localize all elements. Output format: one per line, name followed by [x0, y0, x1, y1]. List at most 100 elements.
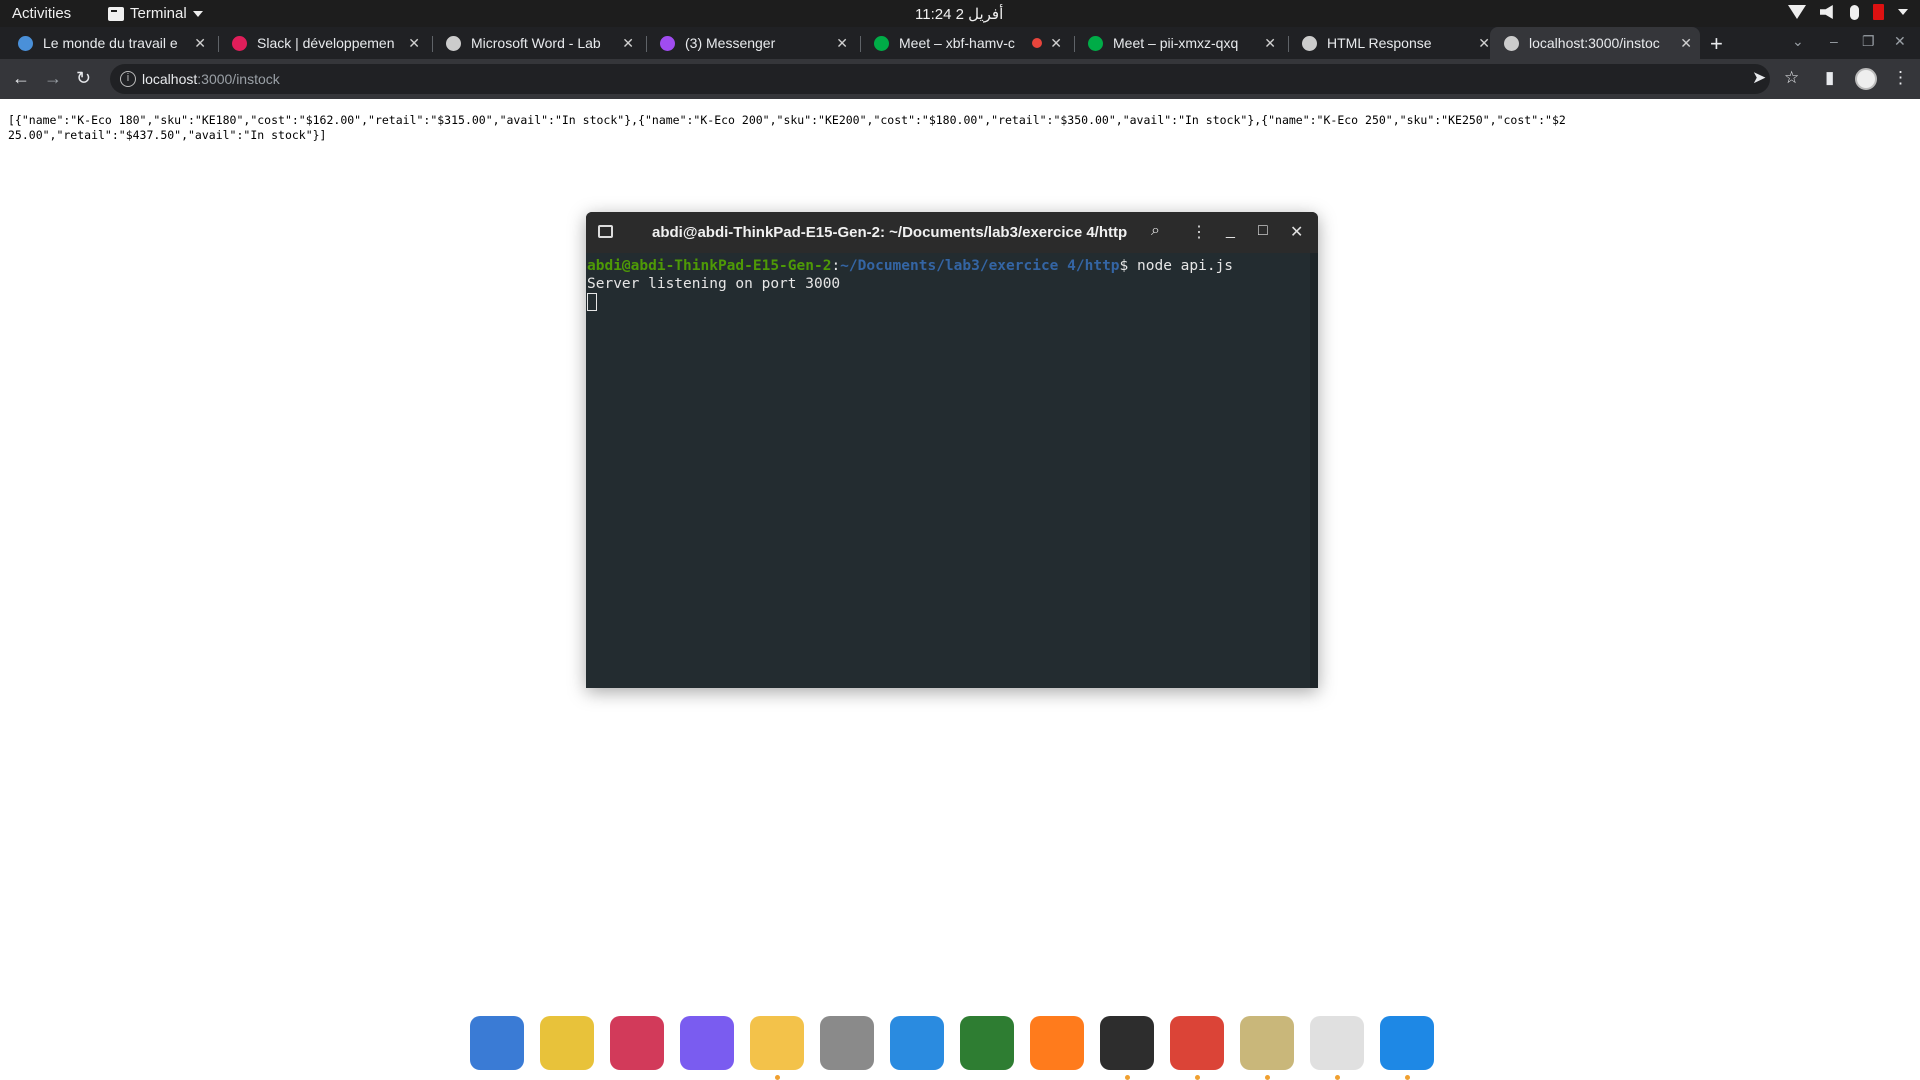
new-tab-button[interactable]: + — [1710, 31, 1723, 57]
clock[interactable]: 11:24 2 أفريل — [915, 5, 1003, 23]
close-icon[interactable]: ✕ — [408, 35, 420, 52]
system-tray[interactable] — [1788, 4, 1908, 20]
tab-search-icon[interactable]: ⌄ — [1792, 33, 1804, 50]
text-editor-icon[interactable] — [750, 1016, 804, 1070]
running-indicator — [775, 1075, 780, 1080]
tab-title: Le monde du travail e — [43, 35, 178, 51]
side-panel-icon[interactable]: ▮ — [1825, 68, 1834, 88]
menu-kebab-icon[interactable]: ⋮ — [1191, 222, 1207, 242]
tab-favicon-icon — [1088, 35, 1103, 51]
search-icon[interactable]: ⌕ — [1151, 222, 1160, 240]
close-icon[interactable]: ✕ — [1290, 222, 1303, 242]
bookmark-star-icon[interactable]: ☆ — [1784, 68, 1799, 88]
terminal-window[interactable]: abdi@abdi-ThinkPad-E15-Gen-2: ~/Document… — [586, 212, 1318, 688]
terminal-icon — [108, 6, 124, 21]
tab-title: Meet – xbf-hamv-c — [899, 35, 1015, 51]
browser-tab-active[interactable]: localhost:3000/instoc ✕ — [1490, 27, 1700, 59]
browser-tab[interactable]: HTML Response ✕ — [1288, 27, 1498, 59]
terminal-header-bar[interactable]: abdi@abdi-ThinkPad-E15-Gen-2: ~/Document… — [586, 212, 1318, 253]
close-icon[interactable]: ✕ — [1478, 35, 1490, 52]
trash-icon[interactable] — [820, 1016, 874, 1070]
terminal-cursor — [587, 293, 597, 311]
close-icon[interactable]: ✕ — [194, 35, 206, 52]
new-tab-icon[interactable] — [598, 225, 613, 238]
address-url: localhost:3000/instock — [142, 71, 280, 87]
prompt-separator: : — [831, 258, 841, 274]
prompt-path: ~/Documents/lab3/exercice 4/http — [840, 258, 1120, 274]
running-indicator — [1125, 1075, 1130, 1080]
browser-tab[interactable]: (3) Messenger ✕ — [646, 27, 856, 59]
close-icon[interactable]: ✕ — [1050, 35, 1062, 52]
reload-icon[interactable]: ↻ — [76, 68, 91, 89]
tab-title: Slack | développemen — [257, 35, 395, 51]
browser-tab[interactable]: Slack | développemen ✕ — [218, 27, 428, 59]
tab-favicon-icon — [660, 35, 675, 51]
app-menu[interactable]: Terminal — [108, 5, 203, 22]
restore-icon[interactable]: ❐ — [1862, 33, 1875, 50]
terminal-icon[interactable] — [1100, 1016, 1154, 1070]
tab-favicon-icon — [1504, 35, 1519, 51]
screen-icon[interactable] — [890, 1016, 944, 1070]
rhythmbox-icon[interactable] — [540, 1016, 594, 1070]
chrome-icon[interactable] — [1170, 1016, 1224, 1070]
browser-tab[interactable]: Meet – xbf-hamv-c ✕ — [860, 27, 1070, 59]
close-icon[interactable]: ✕ — [1680, 35, 1692, 52]
wifi-icon — [1788, 5, 1806, 19]
terminal-output-line: Server listening on port 3000 — [587, 276, 841, 292]
vscode-icon[interactable] — [1380, 1016, 1434, 1070]
draw-icon[interactable] — [610, 1016, 664, 1070]
tab-title: Meet – pii-xmxz-qxq — [1113, 35, 1239, 51]
close-window-icon[interactable]: ✕ — [1894, 33, 1906, 50]
tab-title: (3) Messenger — [685, 35, 776, 51]
close-icon[interactable]: ✕ — [1264, 35, 1276, 52]
gnome-top-bar: Activities Terminal 11:24 2 أفريل — [0, 0, 1920, 27]
thunderbird-icon[interactable] — [470, 1016, 524, 1070]
close-icon[interactable]: ✕ — [622, 35, 634, 52]
files-icon[interactable] — [1240, 1016, 1294, 1070]
battery-icon — [1873, 4, 1884, 20]
url-host: localhost — [142, 71, 198, 87]
recording-icon — [1032, 38, 1042, 48]
terminal-body[interactable]: abdi@abdi-ThinkPad-E15-Gen-2:~/Documents… — [586, 253, 1318, 311]
url-path: :3000/instock — [197, 71, 280, 87]
chevron-down-icon — [1898, 9, 1908, 15]
app-menu-label: Terminal — [130, 5, 187, 22]
send-icon[interactable]: ➤ — [1752, 68, 1766, 88]
profile-avatar[interactable] — [1855, 68, 1877, 90]
tab-title: HTML Response — [1327, 35, 1432, 51]
browser-tab[interactable]: Microsoft Word - Lab ✕ — [432, 27, 642, 59]
chevron-down-icon — [192, 10, 203, 17]
address-bar[interactable]: i localhost:3000/instock — [110, 64, 1770, 94]
browser-tab[interactable]: Le monde du travail e ✕ — [4, 27, 214, 59]
minimize-icon[interactable]: _ — [1226, 222, 1235, 240]
menu-kebab-icon[interactable]: ⋮ — [1892, 68, 1909, 88]
dock — [470, 1008, 1450, 1080]
site-info-icon[interactable]: i — [120, 71, 136, 87]
forward-arrow-icon[interactable]: → — [44, 68, 62, 89]
running-indicator — [1335, 1075, 1340, 1080]
browser-tab-strip: Le monde du travail e ✕ Slack | développ… — [0, 27, 1920, 59]
microphone-icon — [1850, 4, 1859, 20]
terminal-scrollbar[interactable] — [1310, 253, 1318, 688]
document-viewer-icon[interactable] — [1310, 1016, 1364, 1070]
browser-tab[interactable]: Meet – pii-xmxz-qxq ✕ — [1074, 27, 1284, 59]
activities-button[interactable]: Activities — [12, 5, 71, 22]
tab-title: Microsoft Word - Lab — [471, 35, 601, 51]
maximize-icon[interactable]: □ — [1258, 222, 1268, 240]
radar-icon[interactable] — [960, 1016, 1014, 1070]
tab-title: localhost:3000/instoc — [1529, 35, 1660, 51]
close-icon[interactable]: ✕ — [836, 35, 848, 52]
firefox-icon[interactable] — [1030, 1016, 1084, 1070]
prompt-suffix: $ — [1119, 258, 1137, 274]
video-player-icon[interactable] — [680, 1016, 734, 1070]
tab-favicon-icon — [1302, 35, 1317, 51]
browser-toolbar: ← → ↻ i localhost:3000/instock ➤ ☆ ▮ ⋮ — [0, 59, 1920, 99]
tab-favicon-icon — [18, 35, 33, 51]
running-indicator — [1405, 1075, 1410, 1080]
minimize-icon[interactable]: – — [1830, 33, 1838, 49]
tab-favicon-icon — [232, 35, 247, 51]
running-indicator — [1265, 1075, 1270, 1080]
json-response: [{"name":"K-Eco 180","sku":"KE180","cost… — [8, 113, 1566, 142]
back-arrow-icon[interactable]: ← — [12, 68, 30, 89]
tab-favicon-icon — [874, 35, 889, 51]
